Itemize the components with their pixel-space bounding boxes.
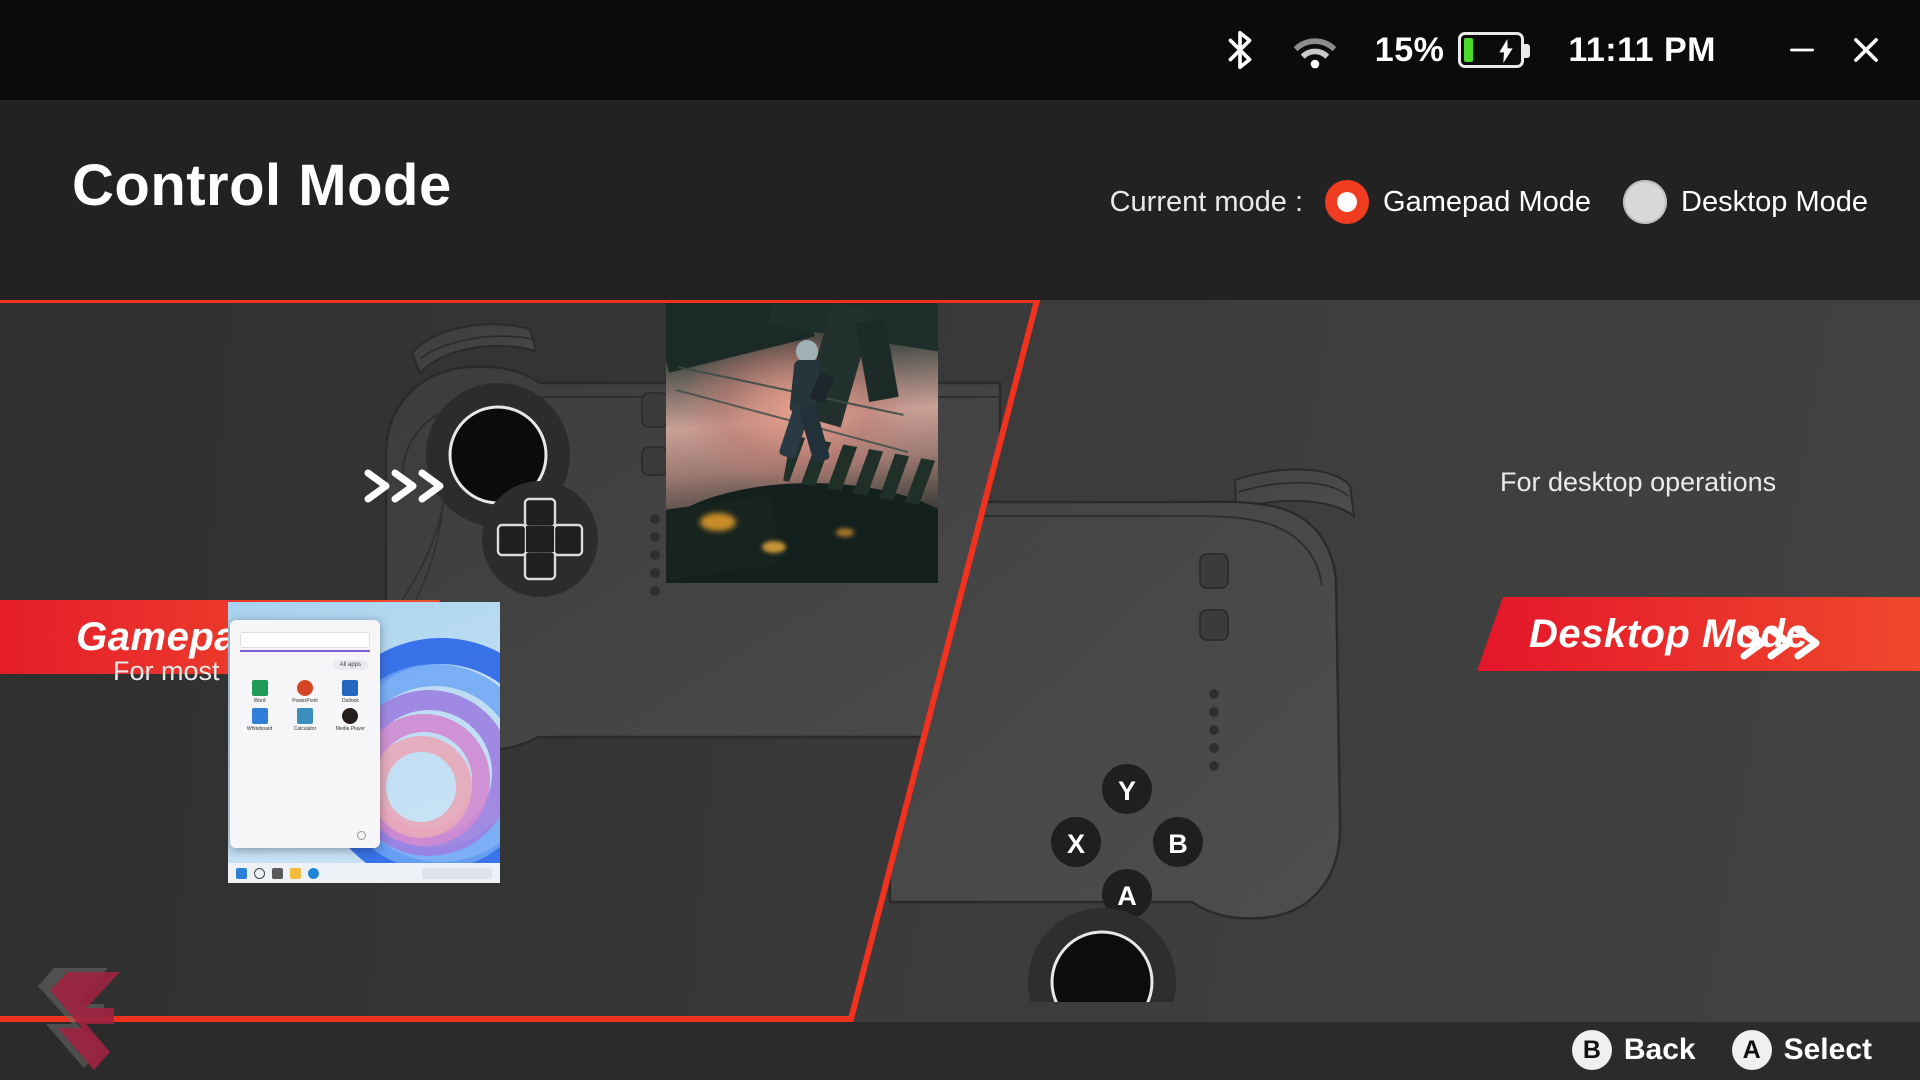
button-b-icon: B: [1571, 1030, 1612, 1070]
clock-label: 11:11 PM: [1568, 30, 1716, 69]
radio-option-desktop-mode[interactable]: Desktop Mode: [1623, 180, 1868, 224]
hint-select-label: Select: [1783, 1033, 1872, 1066]
desktop-mode-chevrons-icon: [1738, 622, 1828, 664]
svg-text:X: X: [1067, 829, 1085, 859]
hint-back-label: Back: [1623, 1033, 1696, 1066]
control-mode-screen: 15% 11:11 PM Control Mode Current mode:…: [0, 0, 1920, 1080]
charging-bolt-icon: [1499, 39, 1514, 63]
zoomit-watermark-logo: [38, 968, 120, 1070]
mode-panels: Y X B A All apps Word PowerPoint Outlook…: [0, 297, 1920, 1022]
bottom-bar: B Back A Select: [0, 1022, 1920, 1080]
page-header: Control Mode Current mode : Gamepad Mode…: [0, 100, 1920, 300]
battery-indicator[interactable]: 15%: [1374, 30, 1531, 70]
close-button[interactable]: [1834, 18, 1898, 82]
current-mode-label: Current mode :: [1109, 185, 1304, 218]
bluetooth-icon[interactable]: [1217, 27, 1263, 73]
wifi-icon[interactable]: [1291, 30, 1339, 70]
svg-text:Y: Y: [1118, 776, 1136, 806]
button-hints: B Back A Select: [1536, 1020, 1872, 1080]
dpad: [482, 481, 598, 597]
radio-unselected-icon: [1623, 180, 1667, 224]
analog-stick-right: [1028, 908, 1176, 1002]
desktop-mode-caption: For desktop operations: [1500, 467, 1777, 497]
svg-text:B: B: [1168, 829, 1188, 859]
all-apps-button[interactable]: All apps: [332, 660, 368, 670]
current-mode-selector: Current mode : Gamepad Mode Desktop Mode: [1110, 180, 1868, 224]
status-bar: 15% 11:11 PM: [0, 0, 1920, 100]
battery-icon: [1458, 32, 1531, 68]
radio-label-desktop-mode: Desktop Mode: [1681, 185, 1868, 218]
radio-label-gamepad-mode: Gamepad Mode: [1383, 185, 1591, 218]
desktop-mode-banner[interactable]: Desktop Mode: [1477, 597, 1920, 671]
game-screenshot: [666, 297, 938, 583]
windows-desktop-screenshot: All apps Word PowerPoint Outlook Whitebo…: [228, 602, 500, 883]
hint-select[interactable]: A Select: [1731, 1030, 1872, 1070]
gamepad-mode-chevrons-icon: [362, 465, 452, 507]
battery-percent-label: 15%: [1374, 30, 1445, 69]
radio-option-gamepad-mode[interactable]: Gamepad Mode: [1325, 180, 1591, 224]
hint-back[interactable]: B Back: [1571, 1030, 1696, 1070]
page-title: Control Mode: [72, 153, 452, 218]
battery-fill: [1464, 38, 1474, 62]
svg-text:A: A: [1117, 881, 1137, 911]
radio-selected-icon: [1325, 180, 1370, 224]
minimize-button[interactable]: [1770, 18, 1834, 82]
button-a-icon: A: [1731, 1030, 1772, 1070]
